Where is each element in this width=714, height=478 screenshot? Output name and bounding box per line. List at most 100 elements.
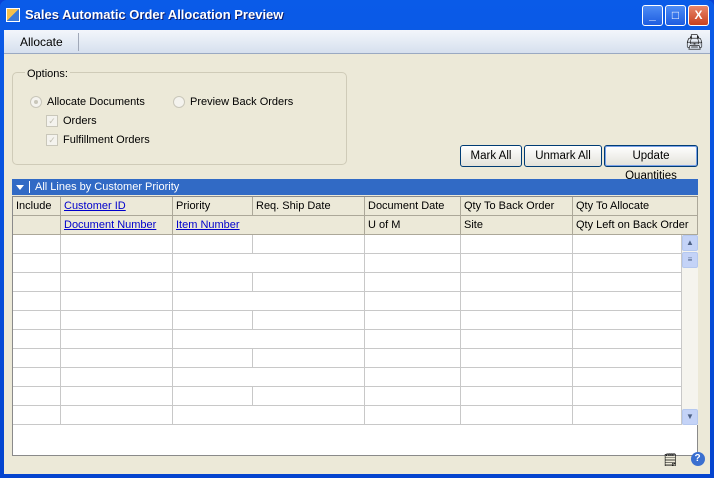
grid-cell[interactable]	[253, 387, 365, 406]
grid-cell[interactable]	[573, 406, 682, 425]
header-label: Priority	[176, 200, 211, 212]
grid-cell[interactable]	[13, 292, 61, 311]
grid-cell[interactable]	[365, 387, 461, 406]
grid-cell[interactable]	[573, 330, 682, 349]
grid-cell[interactable]	[173, 311, 253, 330]
grid-cell[interactable]	[173, 292, 365, 311]
grid-cell[interactable]	[461, 330, 573, 349]
grid-cell[interactable]	[461, 311, 573, 330]
status-area: 🗒 ?	[662, 452, 705, 468]
grid-cell[interactable]	[61, 368, 173, 387]
print-icon[interactable]: 🖨	[685, 33, 704, 51]
grid-cell[interactable]	[573, 273, 682, 292]
grid-cell[interactable]	[573, 387, 682, 406]
grid-cell[interactable]	[13, 368, 61, 387]
allocate-button[interactable]: Allocate	[20, 35, 63, 49]
orders-label: Orders	[63, 115, 97, 127]
grid-cell[interactable]	[573, 292, 682, 311]
grid-cell[interactable]	[461, 235, 573, 254]
grid-cell[interactable]	[61, 273, 173, 292]
grid-cell[interactable]	[461, 368, 573, 387]
update-quantities-button[interactable]: Update Quantities	[604, 145, 698, 182]
header-label[interactable]: Document Number	[64, 219, 156, 231]
grid-cell[interactable]	[61, 406, 173, 425]
grid-cell[interactable]	[13, 349, 61, 368]
grid-cell[interactable]	[13, 387, 61, 406]
grid-cell[interactable]	[253, 349, 365, 368]
options-label: Options:	[25, 68, 70, 80]
grid-cell[interactable]	[573, 235, 682, 254]
header-item-number[interactable]: Item Number	[173, 216, 365, 235]
grid-cell[interactable]	[365, 273, 461, 292]
grid-cell[interactable]	[253, 235, 365, 254]
grid-cell[interactable]	[461, 349, 573, 368]
grid-cell[interactable]	[365, 406, 461, 425]
close-button[interactable]: X	[688, 5, 709, 26]
allocate-documents-radio[interactable]	[30, 96, 42, 108]
grid-cell[interactable]	[13, 235, 61, 254]
header-label[interactable]: Item Number	[176, 219, 240, 231]
help-icon[interactable]: ?	[690, 452, 705, 466]
grid-cell[interactable]	[173, 368, 365, 387]
grid-cell[interactable]	[61, 254, 173, 273]
grid-cell[interactable]	[573, 254, 682, 273]
grid-cell[interactable]	[365, 311, 461, 330]
grid-cell[interactable]	[61, 330, 173, 349]
preview-back-orders-radio[interactable]	[173, 96, 185, 108]
unmark-all-button[interactable]: Unmark All	[524, 145, 602, 167]
grid-cell[interactable]	[61, 235, 173, 254]
header-customer-id[interactable]: Customer ID	[61, 197, 173, 216]
grid-cell[interactable]	[173, 330, 365, 349]
grid-cell[interactable]	[13, 273, 61, 292]
grid-cell[interactable]	[365, 292, 461, 311]
grid-cell[interactable]	[573, 349, 682, 368]
grid-cell[interactable]	[461, 406, 573, 425]
header-label: Qty Left on Back Order	[576, 219, 689, 231]
grid-cell[interactable]	[61, 349, 173, 368]
grid-cell[interactable]	[253, 273, 365, 292]
grid-cell[interactable]	[61, 292, 173, 311]
client-area: Allocate 🖨 Options: Allocate Documents P…	[4, 30, 710, 474]
header-document-number[interactable]: Document Number	[61, 216, 173, 235]
grid-cell[interactable]	[365, 368, 461, 387]
header-label: Include	[16, 200, 52, 212]
grid-cell[interactable]	[461, 292, 573, 311]
grid-cell[interactable]	[365, 330, 461, 349]
header-req-ship-date: Req. Ship Date	[253, 197, 365, 216]
grid-cell[interactable]	[173, 273, 253, 292]
scroll-thumb[interactable]: ≡	[682, 252, 698, 268]
note-icon[interactable]: 🗒	[662, 452, 679, 468]
grid-cell[interactable]	[61, 311, 173, 330]
grid-cell[interactable]	[365, 349, 461, 368]
grid-cell[interactable]	[13, 330, 61, 349]
grid-cell[interactable]	[365, 254, 461, 273]
grid-cell[interactable]	[173, 349, 253, 368]
fulfillment-orders-checkbox[interactable]: ✓	[46, 134, 58, 146]
grid-cell[interactable]	[461, 254, 573, 273]
grid-cell[interactable]	[173, 387, 253, 406]
grid-cell[interactable]	[461, 387, 573, 406]
grid-cell[interactable]	[173, 235, 253, 254]
grid-cell[interactable]	[13, 406, 61, 425]
grid-cell[interactable]	[13, 254, 61, 273]
scroll-down-button[interactable]: ▼	[682, 409, 698, 425]
grid-cell[interactable]	[573, 368, 682, 387]
grid-cell[interactable]	[573, 311, 682, 330]
grid-cell[interactable]	[173, 406, 365, 425]
grid-cell[interactable]	[365, 235, 461, 254]
vertical-scrollbar[interactable]: ▲ ≡ ▼	[682, 235, 698, 425]
grid-cell[interactable]	[13, 311, 61, 330]
grid-cell[interactable]	[461, 273, 573, 292]
scroll-up-button[interactable]: ▲	[682, 235, 698, 251]
expand-arrow-icon[interactable]	[16, 184, 24, 190]
grid-cell[interactable]	[253, 311, 365, 330]
maximize-button[interactable]: □	[665, 5, 686, 26]
minimize-button[interactable]: _	[642, 5, 663, 26]
grid-title-bar[interactable]: All Lines by Customer Priority	[12, 179, 698, 195]
mark-all-button[interactable]: Mark All	[460, 145, 522, 167]
grid-cell[interactable]	[61, 387, 173, 406]
orders-checkbox[interactable]: ✓	[46, 115, 58, 127]
header-label[interactable]: Customer ID	[64, 200, 126, 212]
header-priority: Priority	[173, 197, 253, 216]
grid-cell[interactable]	[173, 254, 365, 273]
